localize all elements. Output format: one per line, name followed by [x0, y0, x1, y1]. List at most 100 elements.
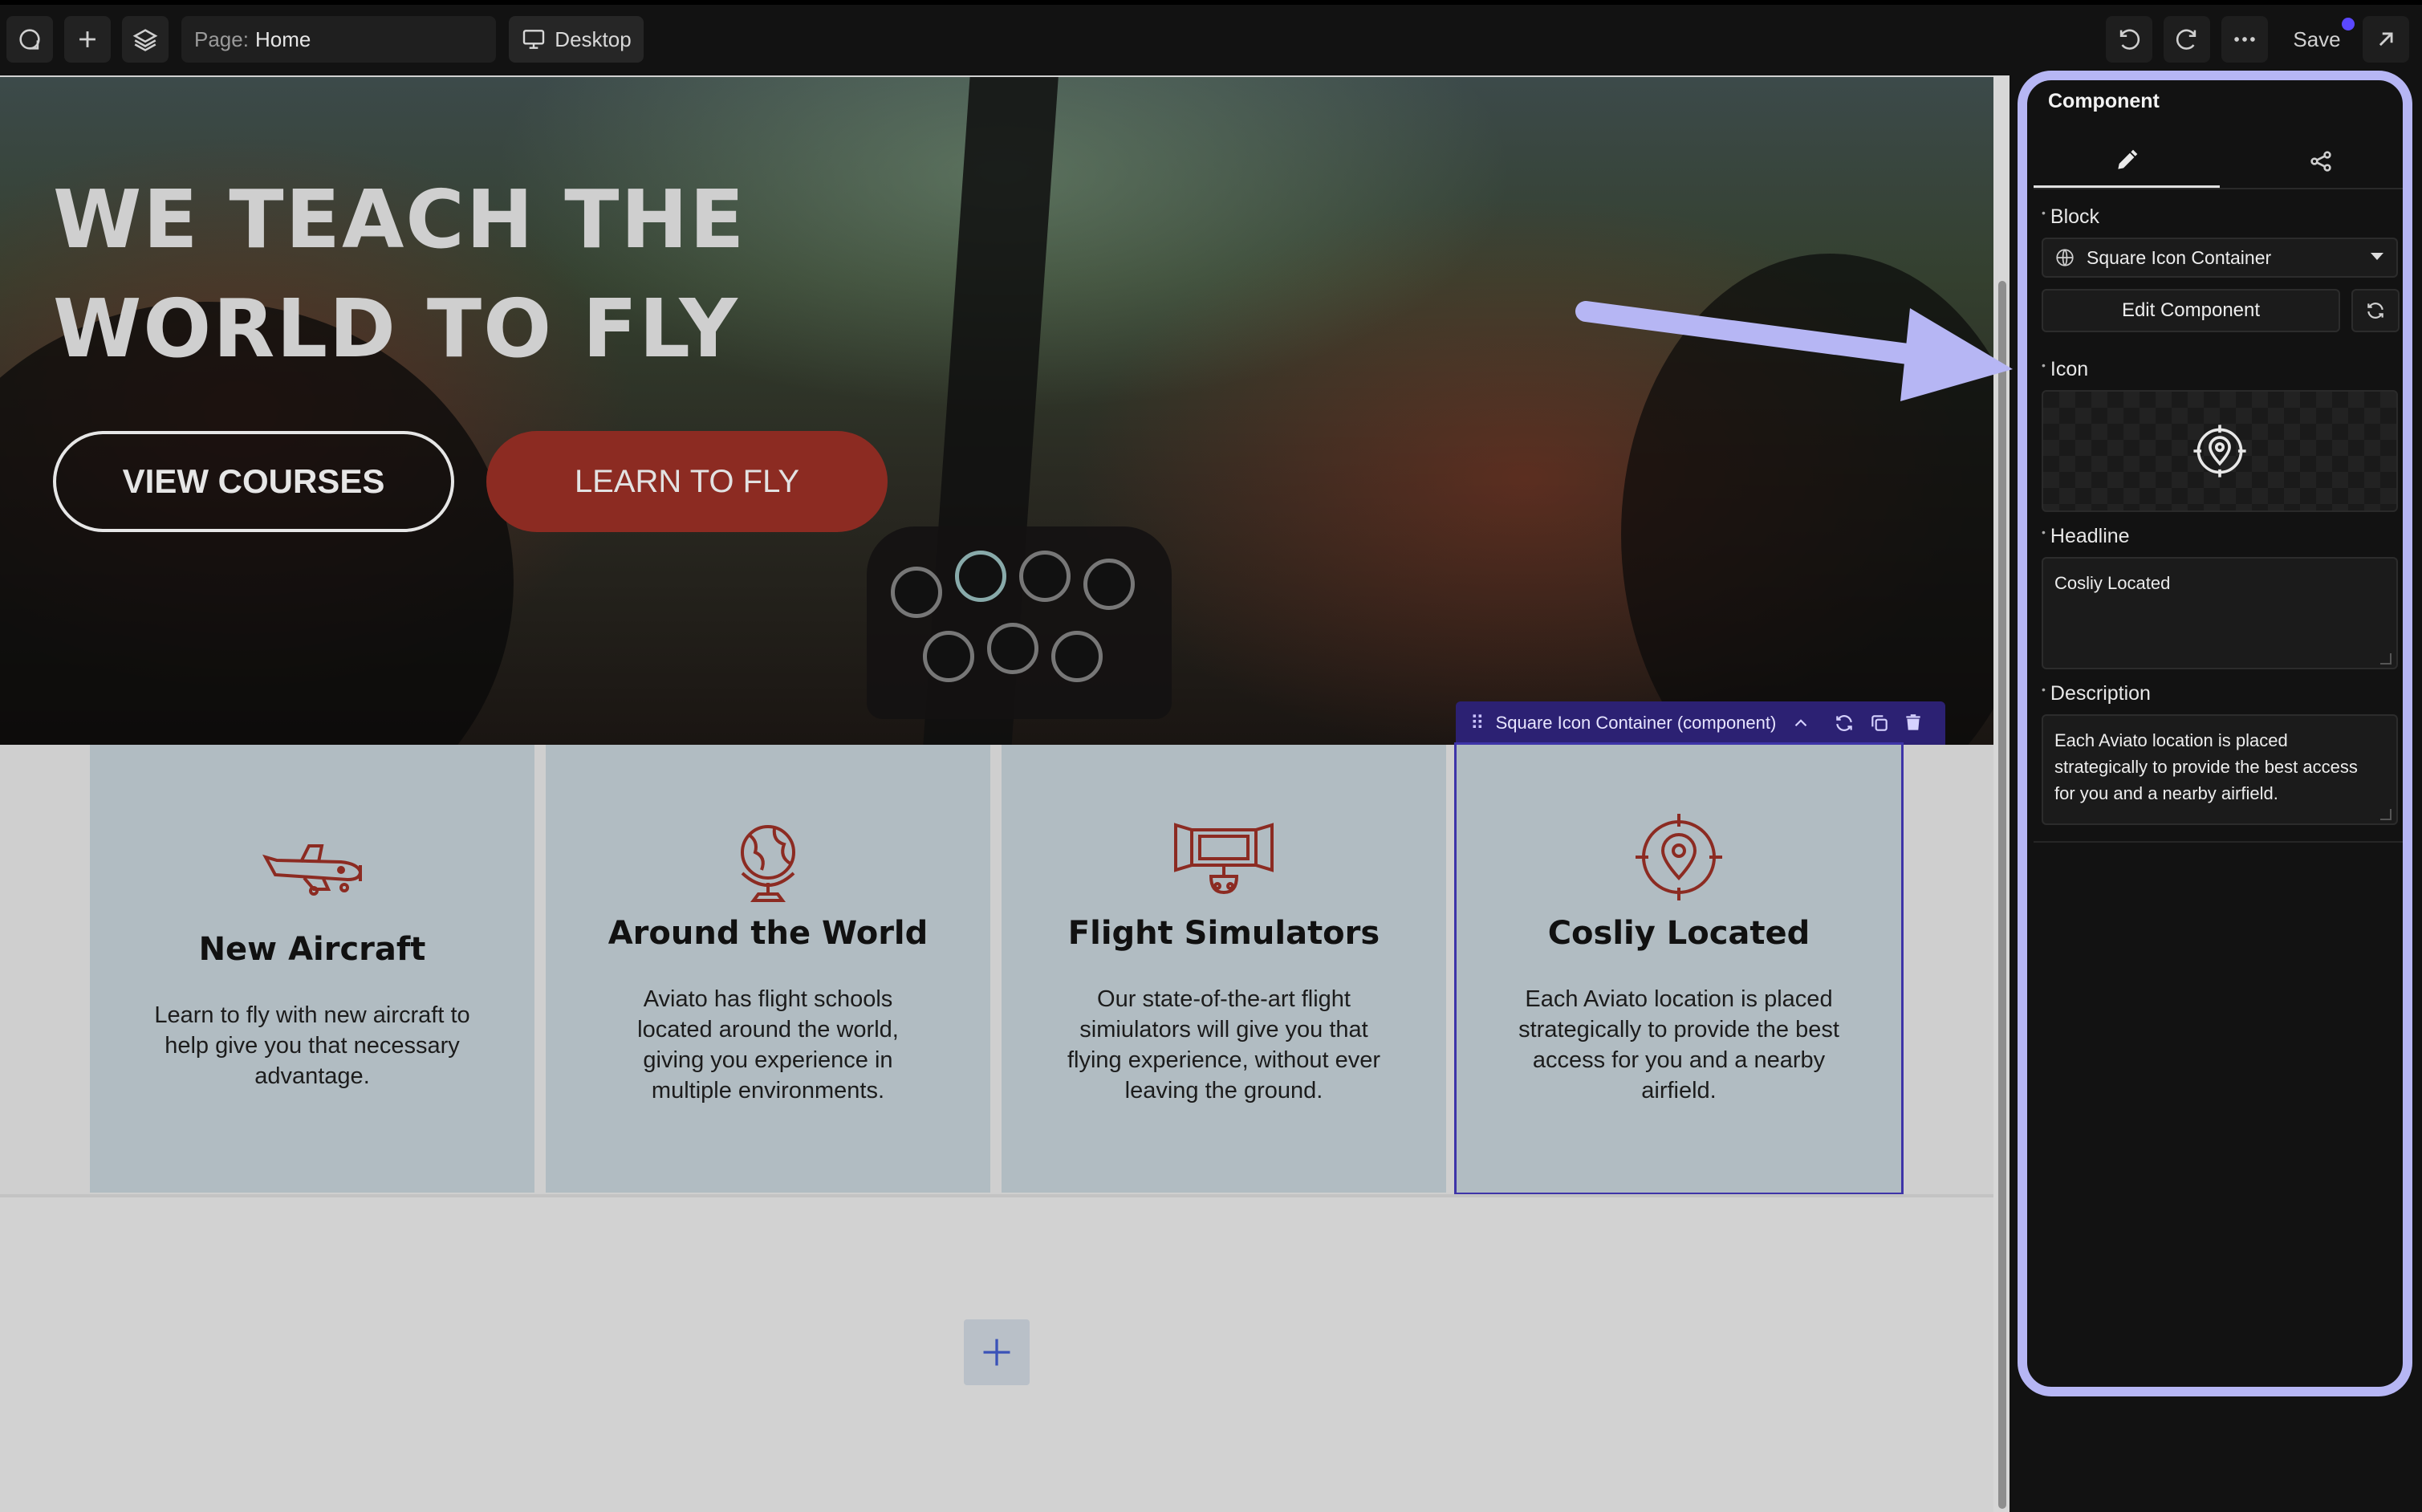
block-select[interactable]: Square Icon Container — [2042, 238, 2398, 278]
sync-icon[interactable] — [1833, 712, 1855, 734]
globe-icon — [741, 825, 795, 902]
card-description-line: advantage. — [254, 1063, 370, 1089]
chevron-down-icon — [2371, 253, 2383, 260]
resize-handle[interactable] — [2380, 809, 2392, 820]
description-label: Description — [2042, 682, 2151, 705]
drag-handle-icon[interactable]: ⠿ — [1470, 712, 1485, 735]
card-title: New Aircraft — [198, 931, 426, 968]
card-title: Around the World — [608, 915, 929, 952]
card-description-line: Each Aviato location is placed — [1525, 986, 1833, 1012]
hero-title-line: WE TEACH THE — [53, 173, 746, 266]
card-description: Each Aviato location is placed strategic… — [1497, 984, 1861, 1106]
hero-photo-detail — [955, 551, 1006, 602]
hero-photo-detail — [987, 623, 1038, 674]
card-description-line: simiulators will give you that — [1079, 1017, 1368, 1043]
card-description-line: airfield. — [1641, 1078, 1717, 1104]
location-target-icon — [2193, 425, 2246, 478]
component-toolbar-label: Square Icon Container (component) — [1495, 713, 1777, 733]
external-link-icon[interactable] — [2363, 16, 2409, 63]
device-button[interactable]: Desktop — [509, 16, 644, 63]
canvas-scrollbar-thumb[interactable] — [1998, 281, 2006, 1509]
location-target-icon — [1636, 814, 1722, 900]
view-courses-button[interactable]: VIEW COURSES — [53, 431, 454, 532]
more-icon[interactable] — [2221, 16, 2268, 63]
edit-component-button[interactable]: Edit Component — [2042, 289, 2340, 332]
hero-photo-detail — [891, 567, 942, 618]
features-section[interactable]: New Aircraft Learn to fly with new aircr… — [0, 742, 1993, 1195]
feature-card-selected[interactable]: Cosliy Located Each Aviato location is p… — [1454, 742, 1904, 1195]
redo-icon[interactable] — [2164, 16, 2210, 63]
page-value: Home — [254, 26, 311, 51]
block-label: Block — [2042, 205, 2099, 229]
card-description-line: located around the world, — [637, 1017, 899, 1043]
feature-card[interactable]: New Aircraft Learn to fly with new aircr… — [90, 745, 534, 1193]
card-description-line: Our state-of-the-art flight — [1097, 986, 1351, 1012]
add-section-button[interactable] — [964, 1319, 1030, 1385]
card-description: Learn to fly with new aircraft to help g… — [130, 1000, 494, 1091]
panel-divider — [2034, 841, 2403, 843]
hero-photo-detail — [1019, 551, 1071, 602]
headline-value: Cosliy Located — [2054, 573, 2171, 593]
card-description: Aviato has flight schools located around… — [586, 984, 950, 1106]
card-description-line: access for you and a nearby — [1532, 1047, 1826, 1073]
pencil-icon — [2118, 149, 2138, 169]
hero-photo-detail — [923, 631, 974, 682]
card-description-line: leaving the ground. — [1124, 1078, 1323, 1104]
description-input[interactable]: Each Aviato location is placed strategic… — [2042, 714, 2398, 825]
card-description-line: Learn to fly with new aircraft to — [154, 1002, 470, 1028]
description-line: Each Aviato location is placed — [2054, 730, 2288, 750]
hero-photo-detail — [867, 526, 1172, 719]
simulator-icon — [1174, 823, 1274, 895]
refresh-component-button[interactable] — [2351, 289, 2400, 332]
plus-icon[interactable] — [64, 16, 111, 63]
feature-card[interactable]: Around the World Aviato has flight schoo… — [546, 745, 990, 1193]
card-description-line: multiple environments. — [651, 1078, 885, 1104]
page-label: Page: — [194, 26, 249, 51]
section-divider — [0, 1194, 1993, 1197]
save-button[interactable]: Save — [2289, 16, 2345, 63]
component-toolbar[interactable]: ⠿ Square Icon Container (component) — [1456, 701, 1945, 745]
card-description: Our state-of-the-art flight simiulators … — [1042, 984, 1406, 1106]
tab-divider — [2034, 188, 2403, 189]
share-icon — [2310, 151, 2331, 172]
hero-title: WE TEACH THE WORLD TO FLY — [53, 165, 746, 384]
headline-input[interactable]: Cosliy Located — [2042, 557, 2398, 669]
resize-handle[interactable] — [2380, 653, 2392, 665]
sync-icon — [2367, 303, 2383, 319]
hero-photo-detail — [1083, 559, 1135, 610]
description-line: for you and a nearby airfield. — [2054, 783, 2278, 803]
unsaved-indicator — [2342, 18, 2355, 30]
card-description-line: giving you experience in — [643, 1047, 893, 1073]
block-select-value: Square Icon Container — [2087, 246, 2272, 268]
card-description-line: strategically to provide the best — [1518, 1017, 1839, 1043]
duplicate-icon[interactable] — [1868, 712, 1891, 734]
card-title: Cosliy Located — [1547, 915, 1810, 952]
card-description-line: Aviato has flight schools — [643, 986, 893, 1012]
tab-share[interactable] — [2228, 135, 2414, 188]
logo-icon[interactable] — [6, 16, 53, 63]
learn-to-fly-button[interactable]: LEARN TO FLY — [486, 431, 888, 532]
trash-icon[interactable] — [1902, 712, 1924, 734]
top-toolbar: Page: Home Desktop Save — [0, 0, 2422, 75]
panel-title: Component — [2048, 90, 2160, 112]
device-label: Desktop — [555, 26, 632, 51]
chevron-up-icon[interactable] — [1790, 712, 1812, 734]
description-line: strategically to provide the best access — [2054, 757, 2358, 777]
plus-icon — [983, 1339, 1010, 1366]
headline-label: Headline — [2042, 525, 2130, 548]
card-title: Flight Simulators — [1067, 915, 1380, 952]
globe-icon — [2056, 249, 2074, 266]
layers-icon[interactable] — [122, 16, 169, 63]
undo-icon[interactable] — [2106, 16, 2152, 63]
tab-edit[interactable] — [2034, 135, 2220, 188]
hero-photo-detail — [1051, 631, 1103, 682]
card-description-line: flying experience, without ever — [1067, 1047, 1381, 1073]
monitor-icon — [523, 30, 545, 49]
panel-resize-handle[interactable] — [2018, 778, 2024, 814]
feature-card[interactable]: Flight Simulators Our state-of-the-art f… — [1002, 745, 1446, 1193]
card-description-line: help give you that necessary — [165, 1033, 460, 1059]
page-selector[interactable]: Page: Home — [181, 16, 496, 63]
hero-title-line: WORLD TO FLY — [53, 282, 739, 376]
icon-picker[interactable] — [2042, 390, 2398, 512]
icon-label: Icon — [2042, 358, 2088, 381]
